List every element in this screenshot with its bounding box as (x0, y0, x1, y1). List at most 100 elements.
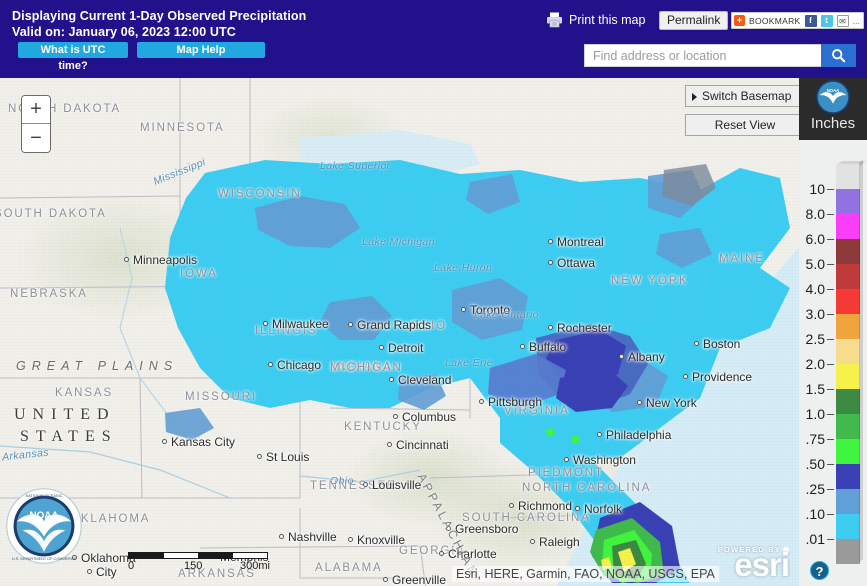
legend-colorbar (836, 164, 860, 564)
basemap-button-group: Switch Basemap Reset View (685, 85, 805, 136)
esri-logo: POWERED BY esri (718, 545, 790, 581)
map-texture (0, 78, 867, 586)
legend-tick-label: 10 (809, 181, 825, 197)
legend-swatch (836, 314, 860, 339)
map-attribution: Esri, HERE, Garmin, FAO, NOAA, USGS, EPA (452, 566, 719, 582)
legend-tick-label: 2.5 (805, 331, 825, 347)
map-city-marker (548, 260, 553, 265)
map-city-marker (257, 454, 262, 459)
legend-tick (827, 364, 834, 365)
legend-header: NOAA Inches (799, 78, 867, 140)
map-city-marker (575, 506, 580, 511)
twitter-icon[interactable]: t (820, 14, 833, 27)
noaa-logo: NOAA NATIONAL OCEANIC U.S. DEPARTMENT OF… (6, 488, 82, 564)
title-block: Displaying Current 1-Day Observed Precip… (12, 8, 306, 41)
legend-tick-label: 8.0 (805, 206, 825, 222)
precipitation-map[interactable]: NORTH DAKOTA MINNESOTA SOUTH DAKOTA WISCONS… (0, 78, 867, 586)
map-city-marker (564, 457, 569, 462)
svg-text:NOAA: NOAA (29, 510, 58, 521)
search-button[interactable] (821, 44, 856, 67)
bookmark-plus-icon[interactable]: + (734, 15, 745, 26)
legend-swatch (836, 289, 860, 314)
zoom-in-button[interactable]: + (22, 96, 50, 124)
legend-swatch (836, 389, 860, 414)
legend-swatch (836, 214, 860, 239)
bookmark-share-bar[interactable]: + BOOKMARK f t ✉ ... (731, 12, 865, 29)
print-this-map-button[interactable]: Print this map (546, 11, 645, 28)
legend-tick (827, 289, 834, 290)
legend-tick (827, 464, 834, 465)
legend-tick-label: 1.0 (805, 406, 825, 422)
legend-tick-label: .25 (805, 481, 825, 497)
map-city-marker (694, 341, 699, 346)
switch-basemap-label: Switch Basemap (702, 89, 792, 103)
search-input[interactable] (584, 44, 821, 67)
page-title: Displaying Current 1-Day Observed Precip… (12, 9, 307, 23)
map-city-marker (387, 442, 392, 447)
legend-tick-label: .01 (805, 531, 825, 547)
legend-swatch (836, 364, 860, 389)
svg-text:U.S. DEPARTMENT OF COMMERCE: U.S. DEPARTMENT OF COMMERCE (12, 557, 77, 561)
legend-swatch (836, 264, 860, 289)
map-city-marker (268, 362, 273, 367)
map-city-marker (383, 577, 388, 582)
legend-tick (827, 264, 834, 265)
legend-tick-label: .75 (805, 431, 825, 447)
map-city-marker (509, 503, 514, 508)
legend-tick (827, 414, 834, 415)
legend-swatch (836, 489, 860, 514)
map-city-marker (597, 432, 602, 437)
map-city-marker (348, 537, 353, 542)
legend-tick-label: 3.0 (805, 306, 825, 322)
map-city-marker (263, 321, 268, 326)
scale-bar-labels: 0 150 300mi (128, 560, 278, 574)
legend-swatch (836, 239, 860, 264)
legend-swatch (836, 464, 860, 489)
legend-tick (827, 489, 834, 490)
printer-icon (546, 11, 563, 28)
more-share-options-icon[interactable]: ... (853, 16, 861, 26)
page-header: Displaying Current 1-Day Observed Precip… (0, 0, 867, 78)
legend-swatch (836, 339, 860, 364)
map-city-marker (637, 400, 642, 405)
legend-tick-label: .50 (805, 456, 825, 472)
scale-bar: 0 150 300mi (128, 552, 278, 574)
legend-tick-label: 6.0 (805, 231, 825, 247)
legend-help-button[interactable]: ? (810, 561, 829, 580)
zoom-control[interactable]: + − (21, 95, 51, 153)
legend-tick (827, 539, 834, 540)
map-city-marker (479, 399, 484, 404)
facebook-icon[interactable]: f (804, 14, 817, 27)
map-city-marker (124, 257, 129, 262)
bookmark-label: BOOKMARK (749, 15, 801, 26)
legend-tick (827, 214, 834, 215)
header-button-group: What is UTC time? Map Help (18, 42, 265, 72)
email-icon[interactable]: ✉ (836, 14, 849, 27)
legend-swatch (836, 439, 860, 464)
svg-text:NATIONAL OCEANIC: NATIONAL OCEANIC (26, 494, 63, 498)
map-city-marker (520, 344, 525, 349)
map-city-marker (530, 539, 535, 544)
zoom-out-button[interactable]: − (22, 124, 50, 152)
legend-tick-label: 5.0 (805, 256, 825, 272)
print-this-map-label: Print this map (569, 12, 646, 27)
what-is-utc-time-button[interactable]: What is UTC time? (18, 42, 128, 72)
legend-tick-label: 1.5 (805, 381, 825, 397)
permalink-button[interactable]: Permalink (659, 11, 729, 30)
legend-tick (827, 189, 834, 190)
switch-basemap-button[interactable]: Switch Basemap (685, 85, 805, 107)
legend-title: Inches (810, 115, 856, 132)
legend-swatch (836, 414, 860, 439)
legend-tick (827, 314, 834, 315)
legend-tick (827, 514, 834, 515)
location-search (584, 44, 856, 67)
legend-swatch (836, 539, 860, 564)
valid-time-subtitle: Valid on: January 06, 2023 12:00 UTC (12, 25, 236, 39)
map-city-marker (548, 239, 553, 244)
legend-tick-label: 2.0 (805, 356, 825, 372)
map-city-marker (389, 377, 394, 382)
legend-swatch (836, 189, 860, 214)
map-city-marker (548, 325, 553, 330)
reset-view-button[interactable]: Reset View (685, 114, 805, 136)
map-help-button[interactable]: Map Help (137, 42, 265, 58)
